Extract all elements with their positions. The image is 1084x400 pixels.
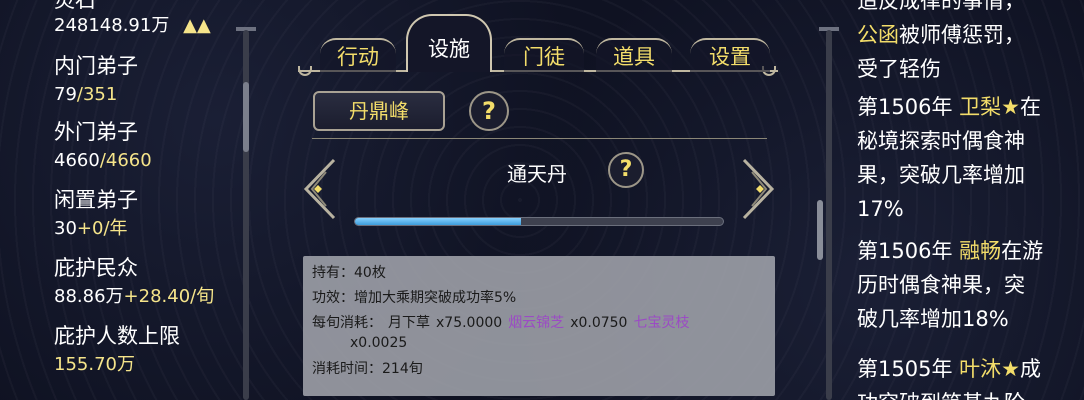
disciple-name[interactable]: 融畅 bbox=[959, 239, 1001, 263]
next-arrow-icon[interactable] bbox=[740, 158, 778, 220]
stat-value: 155.70万 bbox=[54, 354, 135, 375]
stat-label: 内门弟子 bbox=[54, 54, 138, 78]
event-log-entry: 第1506年 卫梨★在 秘境探索时偶食神 果，突破几率增加 17% bbox=[857, 95, 1041, 221]
material-qty: x0.0750 bbox=[570, 315, 628, 331]
pill-name: 通天丹 bbox=[507, 162, 567, 186]
material-name: 月下草 bbox=[388, 315, 430, 331]
tab-action[interactable]: 行动 bbox=[320, 38, 396, 72]
stat-idle-disciples: 闲置弟子 30+0/年 bbox=[54, 188, 138, 239]
stat-protected-people: 庇护民众 88.86万+28.40/旬 bbox=[54, 256, 215, 307]
info-last-qty: x0.0025 bbox=[350, 335, 408, 351]
scrollbar-thumb[interactable] bbox=[243, 82, 249, 152]
tab-disciples[interactable]: 门徒 bbox=[504, 38, 584, 72]
left-scrollbar[interactable] bbox=[243, 30, 249, 400]
event-log-entry: 第1506年 融畅在游 历时偶食神果，突 破几率增加18% bbox=[857, 239, 1044, 331]
facility-panel: 行动 设施 门徒 道具 设置 丹鼎峰 ? 通天丹 ? 持有：40枚 功效：增加大… bbox=[262, 0, 823, 400]
prev-arrow-icon[interactable] bbox=[300, 158, 338, 220]
stat-label: 庇护人数上限 bbox=[54, 324, 180, 348]
stat-label: 外门弟子 bbox=[54, 120, 138, 144]
sect-stats-panel: 灵石 248148.91万 ▲▲ 内门弟子 79/351 外门弟子 4660/4… bbox=[0, 0, 262, 400]
progress-fill bbox=[355, 218, 521, 225]
info-time: 消耗时间：214旬 bbox=[312, 361, 423, 377]
stat-label: 庇护民众 bbox=[54, 256, 138, 280]
stat-value: 248148.91万 bbox=[54, 15, 170, 36]
info-effect: 功效：增加大乘期突破成功率5% bbox=[312, 290, 517, 306]
tab-ornament bbox=[298, 66, 312, 76]
stat-label: 灵石 bbox=[54, 0, 96, 12]
production-progress-bar bbox=[354, 217, 724, 226]
material-name: 七宝灵枝 bbox=[633, 315, 690, 331]
stat-outer-disciples: 外门弟子 4660/4660 bbox=[54, 120, 152, 171]
disciple-name[interactable]: 叶沐 bbox=[959, 357, 1001, 381]
facility-peak-button[interactable]: 丹鼎峰 bbox=[313, 91, 445, 131]
star-icon: ★ bbox=[1001, 357, 1020, 381]
stat-spirit-stone: 灵石 248148.91万 ▲▲ bbox=[54, 0, 211, 38]
tab-items[interactable]: 道具 bbox=[596, 38, 672, 72]
stat-protection-cap: 庇护人数上限 155.70万 bbox=[54, 324, 180, 377]
tab-facility[interactable]: 设施 bbox=[406, 14, 492, 72]
info-hold: 持有：40枚 bbox=[312, 265, 386, 281]
section-divider bbox=[312, 138, 767, 139]
event-log-entry: 第1505年 叶沐★成 功突破到筑基九阶 bbox=[857, 357, 1041, 400]
event-log-entry: 造反成律的事情， 公函被师傅惩罚， 受了轻伤 bbox=[857, 0, 1025, 81]
pill-help-icon[interactable]: ? bbox=[608, 152, 644, 188]
help-icon[interactable]: ? bbox=[469, 91, 509, 131]
info-consumption: 每旬消耗： 月下草 x75.0000 烟云锦芝 x0.0750 七宝灵枝 bbox=[312, 315, 690, 331]
stat-label: 闲置弟子 bbox=[54, 188, 138, 212]
star-icon: ★ bbox=[1001, 95, 1020, 119]
material-qty: x75.0000 bbox=[436, 315, 503, 331]
upgrade-arrows-icon[interactable]: ▲▲ bbox=[183, 15, 211, 36]
stat-inner-disciples: 内门弟子 79/351 bbox=[54, 54, 138, 105]
disciple-name[interactable]: 公函 bbox=[857, 23, 899, 47]
tab-settings[interactable]: 设置 bbox=[690, 38, 770, 72]
disciple-name[interactable]: 卫梨 bbox=[959, 95, 1001, 119]
material-name: 烟云锦芝 bbox=[508, 315, 565, 331]
